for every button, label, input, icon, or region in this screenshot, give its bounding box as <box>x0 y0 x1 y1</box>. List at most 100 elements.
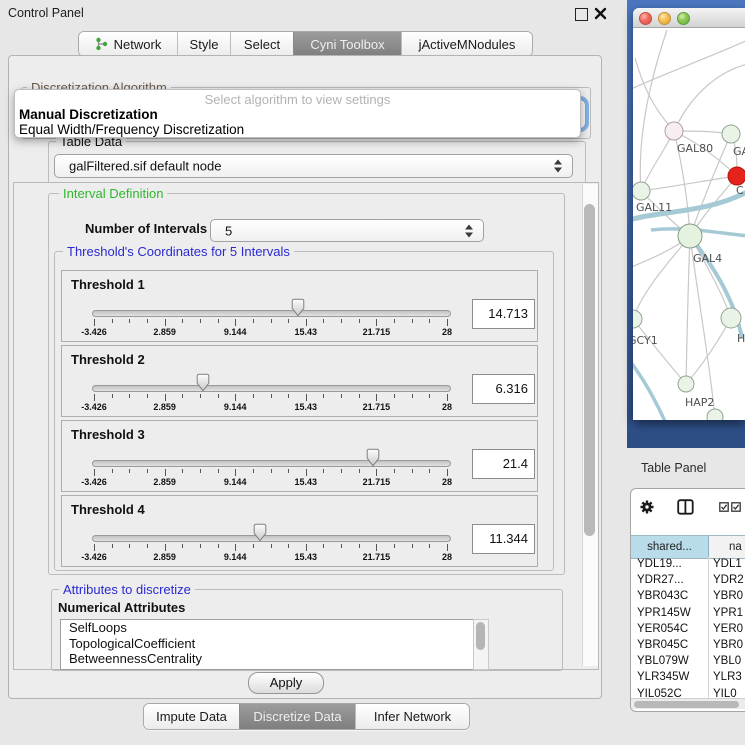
slider-tick <box>218 319 219 323</box>
table-header-shared-name[interactable]: shared... <box>631 536 709 558</box>
float-window-icon[interactable] <box>575 8 588 21</box>
cell-name: YDR2 <box>713 574 744 586</box>
threshold-value-input[interactable]: 11.344 <box>472 524 535 554</box>
slider-tick <box>271 469 272 473</box>
network-node[interactable] <box>722 125 740 143</box>
network-edge[interactable] <box>633 360 673 420</box>
network-edge[interactable] <box>641 131 674 191</box>
window-minimize-button[interactable] <box>658 12 671 25</box>
slider-tick <box>182 469 183 473</box>
network-node-label: GAL80 <box>677 142 713 155</box>
slider-tick <box>112 469 113 473</box>
slider-tick <box>323 319 324 323</box>
slider-tick-label: 21.715 <box>363 477 391 487</box>
network-node-label: C <box>736 184 744 197</box>
attributes-list-scrollbar[interactable] <box>473 619 489 670</box>
table-row[interactable]: YDL19...YDL1 <box>631 557 745 573</box>
tab-cyni-toolbox[interactable]: Cyni Toolbox <box>293 32 401 56</box>
network-node[interactable] <box>633 182 650 200</box>
cell-shared-name: YLR345W <box>637 671 689 683</box>
tab-style[interactable]: Style <box>177 32 230 56</box>
table-header-name[interactable]: na <box>709 536 745 558</box>
slider-tick <box>359 469 360 473</box>
network-node[interactable] <box>633 310 642 328</box>
split-column-icon[interactable] <box>677 499 694 515</box>
network-edge[interactable] <box>635 58 674 131</box>
tab-jactivemnodules[interactable]: jActiveMNodules <box>401 32 532 56</box>
slider-tick-label: 2.859 <box>153 402 176 412</box>
checkbox-select-icon[interactable] <box>719 502 729 512</box>
table-horizontal-scrollbar-thumb[interactable] <box>634 701 739 708</box>
tab-impute-data[interactable]: Impute Data <box>144 704 239 729</box>
slider-tick-label: 2.859 <box>153 327 176 337</box>
apply-button[interactable]: Apply <box>248 672 324 694</box>
threshold-slider-thumb[interactable] <box>365 448 381 467</box>
threshold-slider-thumb[interactable] <box>252 523 268 542</box>
window-close-button[interactable] <box>639 12 652 25</box>
tab-network[interactable]: Network <box>79 32 177 56</box>
cell-shared-name: YIL052C <box>637 688 682 699</box>
network-node[interactable] <box>707 409 723 420</box>
threshold-value-input[interactable]: 21.4 <box>472 449 535 479</box>
window-zoom-button[interactable] <box>677 12 690 25</box>
threshold-slider-track[interactable] <box>92 460 451 467</box>
table-row[interactable]: YLR345WYLR3 <box>631 670 745 686</box>
threshold-slider-track[interactable] <box>92 535 451 542</box>
tab-infer-network[interactable]: Infer Network <box>355 704 469 729</box>
slider-tick-label: 28 <box>442 477 452 487</box>
slider-tick <box>165 394 166 401</box>
threshold-label: Threshold 1 <box>71 277 145 292</box>
numerical-attributes-list[interactable]: SelfLoopsTopologicalCoefficientBetweenne… <box>60 619 475 670</box>
network-node[interactable] <box>728 167 745 185</box>
network-node[interactable] <box>678 376 694 392</box>
threshold-label: Threshold 3 <box>71 427 145 442</box>
close-icon[interactable] <box>594 6 607 20</box>
number-of-intervals-combobox[interactable]: 5 <box>210 219 484 242</box>
threshold-slider-track[interactable] <box>92 385 451 392</box>
table-row[interactable]: YER054CYER0 <box>631 622 745 638</box>
slider-tick-label: 21.715 <box>363 327 391 337</box>
threshold-value-input[interactable]: 14.713 <box>472 299 535 329</box>
network-node[interactable] <box>665 122 683 140</box>
table-data-combobox-value: galFiltered.sif default node <box>69 159 221 174</box>
network-edge[interactable] <box>686 318 731 384</box>
slider-tick <box>94 544 95 551</box>
attribute-list-item[interactable]: SelfLoops <box>61 620 474 636</box>
table-row[interactable]: YBR043CYBR0 <box>631 589 745 605</box>
network-edge[interactable] <box>641 176 737 191</box>
table-row[interactable]: YDR27... YDR2 <box>631 573 745 589</box>
popup-item-equal-width-frequency[interactable]: Equal Width/Frequency Discretization <box>19 122 244 137</box>
slider-tick <box>235 469 236 476</box>
table-data-combobox[interactable]: galFiltered.sif default node <box>54 154 573 178</box>
attribute-list-item[interactable]: BetweennessCentrality <box>61 651 474 667</box>
table-row[interactable]: YBL079WYBL0 <box>631 654 745 670</box>
cell-shared-name: YDR27... <box>637 574 684 586</box>
tab-select[interactable]: Select <box>230 32 293 56</box>
threshold-slider-track[interactable] <box>92 310 451 317</box>
slider-tick <box>429 319 430 323</box>
network-node[interactable] <box>721 308 741 328</box>
table-row[interactable]: YPR145WYPR1 <box>631 606 745 622</box>
network-window-titlebar[interactable] <box>633 8 745 28</box>
threshold-slider-thumb[interactable] <box>290 298 306 317</box>
table-horizontal-scrollbar[interactable] <box>631 698 745 709</box>
tab-discretize-data[interactable]: Discretize Data <box>239 704 355 729</box>
gear-icon[interactable] <box>639 499 655 515</box>
network-node-label: H <box>737 332 745 345</box>
network-canvas[interactable]: GAL80GACGAL11GAL4GCY1HHAP2 <box>633 28 745 420</box>
network-edge[interactable] <box>686 236 690 384</box>
vertical-scrollbar-thumb[interactable] <box>584 204 595 536</box>
attribute-list-item[interactable]: TopologicalCoefficient <box>61 636 474 652</box>
network-edge[interactable] <box>633 40 745 90</box>
network-edge[interactable] <box>633 236 690 319</box>
table-row[interactable]: YBR045CYBR0 <box>631 638 745 654</box>
threshold-value-input[interactable]: 6.316 <box>472 374 535 404</box>
checkbox-select-icon[interactable] <box>731 502 741 512</box>
threshold-slider-thumb[interactable] <box>195 373 211 392</box>
network-node[interactable] <box>678 224 702 248</box>
network-edge[interactable] <box>674 64 745 131</box>
tab-label: Infer Network <box>374 709 451 724</box>
attributes-list-scrollbar-thumb[interactable] <box>476 622 485 650</box>
popup-item-manual-discretization[interactable]: Manual Discretization <box>19 107 158 122</box>
table-row[interactable]: YIL052CYIL0 <box>631 687 745 699</box>
